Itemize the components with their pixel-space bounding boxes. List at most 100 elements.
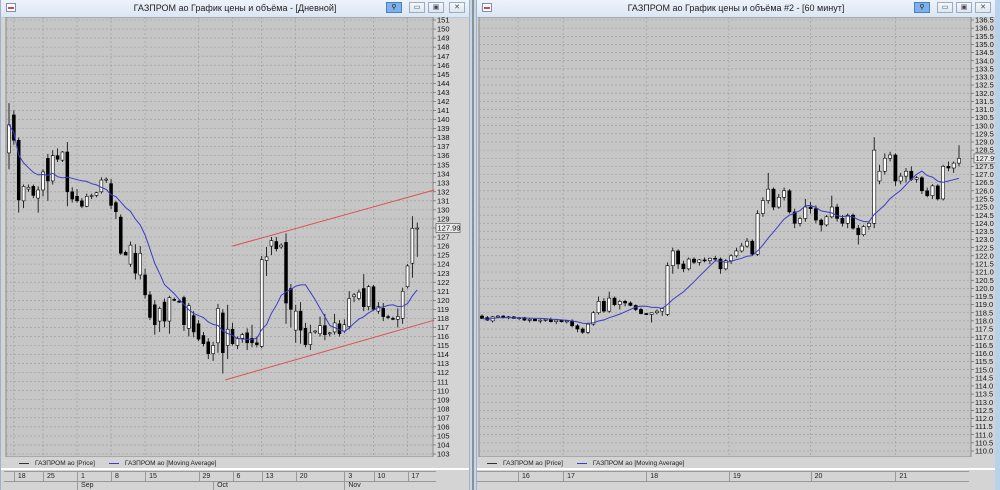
candle-body-up <box>665 265 670 315</box>
candle-body-up <box>366 286 371 307</box>
y-tick-label: 113.0 <box>975 398 993 407</box>
candle[interactable] <box>148 291 152 321</box>
candle[interactable] <box>366 284 371 311</box>
candle[interactable] <box>50 150 55 185</box>
candle[interactable] <box>686 257 691 271</box>
y-tick-label: 134.5 <box>975 48 994 57</box>
candle-body-down <box>771 188 776 208</box>
candle[interactable] <box>586 322 590 334</box>
candle-body-up <box>138 252 142 276</box>
y-tick-label: 118.0 <box>975 316 993 325</box>
candle-body-down <box>808 206 813 209</box>
maximize-button[interactable]: ▣ <box>428 2 444 13</box>
candle[interactable] <box>771 187 776 211</box>
y-tick-label: 135 <box>437 160 450 169</box>
y-tick-label: 115 <box>437 341 449 350</box>
y-tick-label: 149 <box>437 34 450 43</box>
candle-body-down <box>162 301 167 322</box>
candle-body-up <box>211 345 215 354</box>
candle-body-up <box>882 157 887 172</box>
legend-item-price[interactable]: ГАЗПРОМ ао [Price] <box>19 460 95 467</box>
candle-body-down <box>639 309 643 314</box>
date-tick-label: 15 <box>145 472 157 481</box>
maximize-button[interactable]: ▣ <box>956 2 972 13</box>
candle-body-up <box>745 240 749 247</box>
close-button[interactable]: ✕ <box>449 2 465 13</box>
candle-body-up <box>264 256 269 261</box>
candle-body-down <box>920 177 924 192</box>
title-bar[interactable]: ГАЗПРОМ ао График цены и объёма #2 - [60… <box>477 0 995 18</box>
legend-item-price[interactable]: ГАЗПРОМ ао [Price] <box>487 460 563 467</box>
y-tick-label: 112.0 <box>975 414 993 423</box>
pin-button[interactable]: ⚲ <box>914 2 930 13</box>
candle-body-up <box>527 318 532 321</box>
candle[interactable] <box>12 110 16 145</box>
candle-body-down <box>623 301 627 304</box>
candle[interactable] <box>591 311 596 326</box>
candle[interactable] <box>612 296 617 307</box>
date-tick-label: 18 <box>13 472 26 481</box>
candle[interactable] <box>405 264 410 289</box>
candle[interactable] <box>259 255 264 349</box>
y-tick-label: 130 <box>437 205 450 214</box>
candle[interactable] <box>723 259 728 271</box>
candle[interactable] <box>893 153 898 186</box>
y-tick-label: 129.0 <box>975 138 994 147</box>
candle-body-down <box>80 200 84 207</box>
close-button[interactable]: ✕ <box>975 2 991 13</box>
candle[interactable] <box>861 224 866 237</box>
minimize-button[interactable]: ▭ <box>937 2 953 13</box>
candle-body-down <box>681 263 686 270</box>
candle[interactable] <box>750 239 755 256</box>
candle[interactable] <box>665 262 670 317</box>
plot-area[interactable] <box>478 17 972 457</box>
candle-body-up <box>776 196 781 208</box>
candle[interactable] <box>99 177 104 194</box>
candle[interactable] <box>851 213 855 230</box>
y-tick-label: 112 <box>437 368 449 377</box>
y-tick-label: 132.5 <box>975 81 994 90</box>
candle[interactable] <box>935 184 940 201</box>
y-tick-label: 117.0 <box>975 333 993 342</box>
candle-body-up <box>872 149 877 224</box>
candle-body-up <box>761 200 765 214</box>
y-tick-label: 118 <box>437 314 449 323</box>
candle-body-up <box>308 332 313 345</box>
y-tick-label: 125.0 <box>975 203 994 212</box>
minimize-button[interactable]: ▭ <box>409 2 425 13</box>
candle-body-up <box>951 162 956 169</box>
date-tick-label: 6 <box>232 472 240 481</box>
candle-body-down <box>533 318 537 322</box>
candle-body-down <box>644 313 649 315</box>
month-axis: Sep Oct Nov <box>4 481 436 490</box>
y-tick-label: 145 <box>437 70 450 79</box>
y-tick-label: 111.5 <box>975 422 993 431</box>
title-bar[interactable]: ГАЗПРОМ ао График цены и объёма - [Дневн… <box>1 0 469 18</box>
candle[interactable] <box>787 189 792 214</box>
candle-body-down <box>362 288 366 307</box>
y-tick-label: 129.5 <box>975 129 994 138</box>
candle-body-up <box>328 332 332 335</box>
candle-body-up <box>94 192 99 196</box>
hourly-price-chart[interactable]: 110.0110.5111.0111.5112.0112.5113.0113.5… <box>477 17 997 457</box>
candle[interactable] <box>522 316 527 321</box>
y-tick-label: 117.5 <box>975 325 993 334</box>
candle-body-down <box>575 325 580 330</box>
candle-body-up <box>755 213 760 255</box>
candle-body-up <box>352 294 356 297</box>
candle-body-down <box>819 219 824 226</box>
legend-item-moving-average[interactable]: ГАЗПРОМ ао [Moving Average] <box>108 460 216 467</box>
daily-price-chart[interactable]: 1031041051061071081091101111121131141151… <box>1 17 470 457</box>
candle[interactable] <box>128 241 133 267</box>
candle-body-down <box>123 252 128 256</box>
legend-item-moving-average[interactable]: ГАЗПРОМ ао [Moving Average] <box>576 460 684 467</box>
candle-body-up <box>708 257 712 262</box>
pin-button[interactable]: ⚲ <box>386 2 402 13</box>
candle[interactable] <box>371 284 376 312</box>
candle[interactable] <box>824 215 829 227</box>
candle-body-up <box>396 316 400 320</box>
candle[interactable] <box>119 214 123 256</box>
candle[interactable] <box>60 151 65 162</box>
candle-body-down <box>893 154 898 182</box>
y-tick-label: 150 <box>437 25 450 34</box>
